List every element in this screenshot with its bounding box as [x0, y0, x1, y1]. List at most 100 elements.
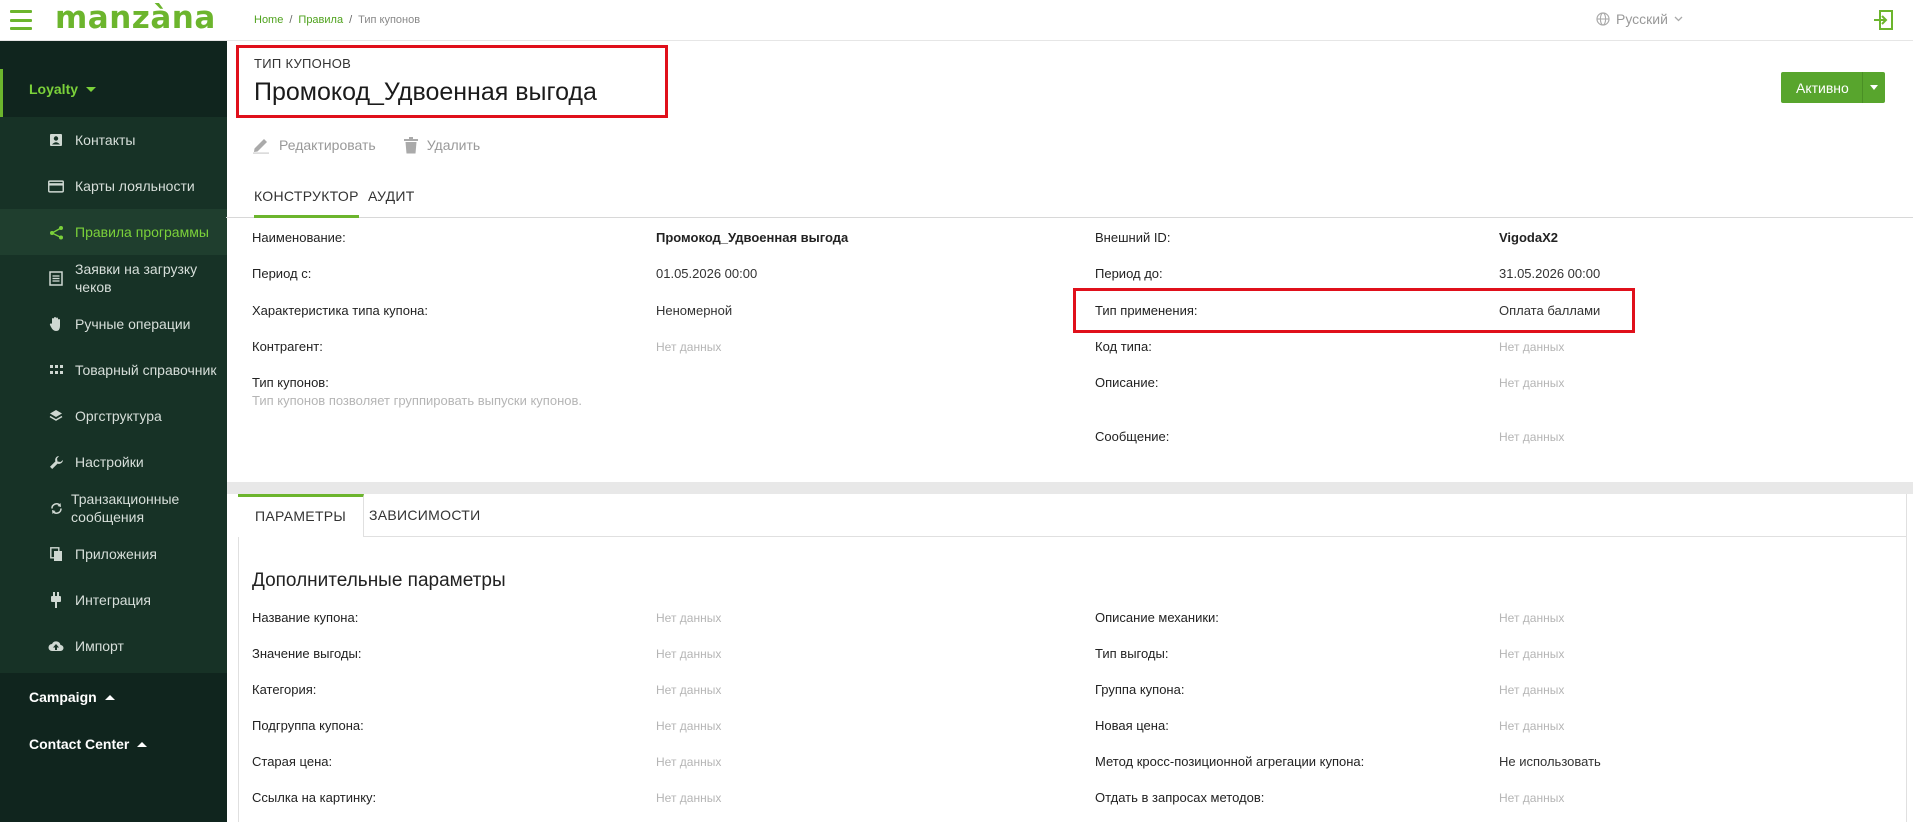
tab-audit[interactable]: АУДИТ [368, 188, 415, 204]
breadcrumb-current: Тип купонов [358, 14, 421, 26]
caret-down-icon[interactable] [1861, 72, 1885, 103]
highlight-box-title [236, 45, 668, 118]
status-label: Активно [1796, 80, 1849, 96]
sidebar-item-label: Ручные операции [75, 316, 191, 332]
name-label: Наименование: [252, 230, 346, 245]
sidebar-section-loyalty[interactable]: Loyalty [29, 81, 97, 97]
chevron-down-icon [1674, 16, 1683, 22]
breadcrumb-rules-link[interactable]: Правила [298, 14, 343, 26]
mechanics-description-label: Описание механики: [1095, 610, 1219, 625]
sidebar-item-label: Контакты [75, 132, 136, 148]
benefit-value-value: Нет данных [656, 647, 722, 661]
image-link-value: Нет данных [656, 791, 722, 805]
sidebar-item-label: Карты лояльности [75, 178, 195, 194]
coupon-subgroup-label: Подгруппа купона: [252, 718, 364, 733]
share-nodes-icon [48, 224, 64, 240]
sidebar-item-loyalty-cards[interactable]: Карты лояльности [0, 163, 227, 209]
sidebar-item-label: Интеграция [75, 592, 151, 608]
caret-up-icon [137, 741, 148, 747]
sidebar-section-contact-center[interactable]: Contact Center [29, 736, 148, 752]
benefit-value-label: Значение выгоды: [252, 646, 362, 661]
message-value: Нет данных [1499, 430, 1565, 444]
globe-icon [1596, 12, 1610, 26]
hamburger-menu-icon[interactable] [10, 10, 32, 30]
edit-label: Редактировать [279, 137, 376, 153]
sidebar-item-program-rules[interactable]: Правила программы [0, 209, 227, 255]
sidebar-item-product-catalog[interactable]: Товарный справочник [0, 347, 227, 393]
files-icon [48, 546, 64, 562]
sidebar-item-org-structure[interactable]: Оргструктура [0, 393, 227, 439]
new-price-label: Новая цена: [1095, 718, 1169, 733]
breadcrumb-separator: / [349, 14, 353, 26]
language-selector[interactable]: Русский [1596, 11, 1683, 27]
external-id-label: Внешний ID: [1095, 230, 1171, 245]
coupon-characteristic-value: Неномерной [656, 303, 733, 318]
return-in-methods-label: Отдать в запросах методов: [1095, 790, 1265, 805]
name-value: Промокод_Удвоенная выгода [656, 230, 849, 245]
sidebar-item-transactional-messages[interactable]: Транзакционные сообщения [0, 485, 227, 531]
breadcrumb-separator: / [289, 14, 293, 26]
sync-icon [48, 500, 64, 516]
old-price-value: Нет данных [656, 755, 722, 769]
coupon-name-label: Название купона: [252, 610, 359, 625]
sidebar-item-label: Оргструктура [75, 408, 162, 424]
sidebar-item-integration[interactable]: Интеграция [0, 577, 227, 623]
sidebar-menu: Контакты Карты лояльности Правила програ… [0, 117, 227, 673]
coupon-group-label: Группа купона: [1095, 682, 1185, 697]
parameters-panel [238, 494, 1907, 822]
old-price-label: Старая цена: [252, 754, 333, 769]
action-toolbar: Редактировать Удалить [252, 136, 480, 154]
sidebar-section-campaign[interactable]: Campaign [29, 689, 115, 705]
period-from-value: 01.05.2026 00:00 [656, 266, 758, 281]
logout-icon[interactable] [1872, 9, 1894, 31]
edit-button[interactable]: Редактировать [252, 136, 376, 154]
breadcrumb-home-link[interactable]: Home [254, 14, 283, 26]
image-link-label: Ссылка на картинку: [252, 790, 377, 805]
category-value: Нет данных [656, 683, 722, 697]
coupon-characteristic-label: Характеристика типа купона: [252, 303, 428, 318]
contact-card-icon [48, 132, 64, 148]
sidebar-item-applications[interactable]: Приложения [0, 531, 227, 577]
delete-button[interactable]: Удалить [403, 136, 481, 154]
language-label: Русский [1616, 11, 1668, 27]
sidebar-section-label: Contact Center [29, 736, 130, 752]
sidebar-item-settings[interactable]: Настройки [0, 439, 227, 485]
sidebar-item-manual-operations[interactable]: Ручные операции [0, 301, 227, 347]
credit-card-icon [48, 178, 64, 194]
sidebar-item-label: Транзакционные сообщения [71, 491, 180, 525]
sidebar-item-contacts[interactable]: Контакты [0, 117, 227, 163]
breadcrumb: Home / Правила / Тип купонов [254, 14, 420, 26]
type-code-label: Код типа: [1095, 339, 1152, 354]
sidebar-item-label: Товарный справочник [75, 362, 217, 378]
wrench-icon [48, 454, 64, 470]
sidebar-item-label: Импорт [75, 638, 124, 654]
receipt-list-icon [48, 270, 64, 286]
external-id-value: VigodaX2 [1499, 230, 1559, 245]
hand-icon [48, 316, 64, 332]
sidebar-section-label: Campaign [29, 689, 97, 705]
delete-label: Удалить [426, 137, 481, 153]
top-bar: manzàna Home / Правила / Тип купонов Рус… [0, 0, 1913, 41]
additional-params-title: Дополнительные параметры [252, 570, 506, 591]
app-logo[interactable]: manzàna [55, 0, 216, 36]
section-divider [227, 482, 1913, 494]
message-label: Сообщение: [1095, 429, 1170, 444]
counterparty-value: Нет данных [656, 340, 722, 354]
sidebar-item-label: Заявки на загрузку чеков [75, 261, 198, 295]
sidebar-item-label: Правила программы [75, 224, 209, 240]
cross-aggregation-label: Метод кросс-позиционной агрегации купона… [1095, 754, 1365, 769]
type-code-value: Нет данных [1499, 340, 1565, 354]
sidebar-item-import[interactable]: Импорт [0, 623, 227, 669]
tab-parameters[interactable]: ПАРАМЕТРЫ [238, 494, 365, 537]
status-dropdown-button[interactable]: Активно [1781, 72, 1885, 103]
period-to-value: 31.05.2026 00:00 [1499, 266, 1601, 281]
tab-constructor[interactable]: КОНСТРУКТОР [254, 188, 359, 218]
sidebar-item-receipt-requests[interactable]: Заявки на загрузку чеков [0, 255, 227, 301]
sidebar: Loyalty Контакты Карты лояльности Правил… [0, 41, 227, 822]
grid-icon [48, 362, 64, 378]
period-from-label: Период с: [252, 266, 312, 281]
sidebar-item-label: Настройки [75, 454, 144, 470]
coupon-group-value: Нет данных [1499, 683, 1565, 697]
tab-dependencies[interactable]: ЗАВИСИМОСТИ [352, 494, 497, 537]
description-label: Описание: [1095, 375, 1159, 390]
